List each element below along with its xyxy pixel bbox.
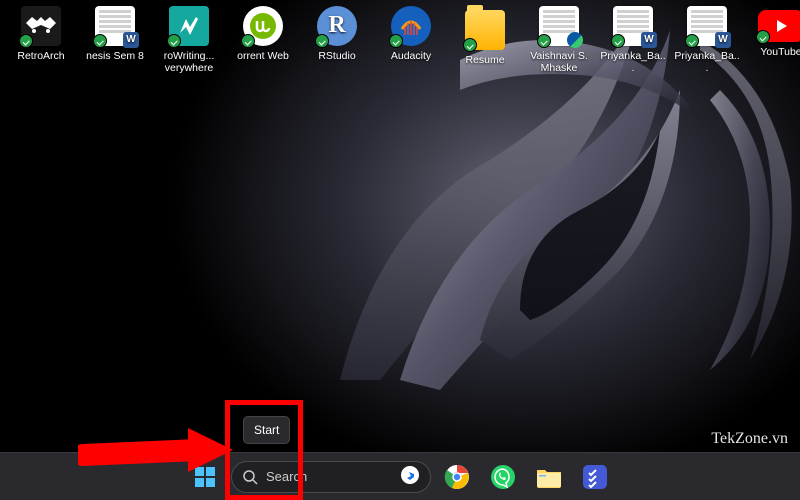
desktop-icon-retroarch[interactable]: RetroArch	[6, 6, 76, 92]
search-icon	[242, 469, 258, 485]
taskbar-app-todoist[interactable]	[575, 457, 615, 497]
desktop-icon-vaishnavi[interactable]: Vaishnavi S. Mhaske	[524, 6, 594, 92]
desktop-icon-prowriting[interactable]: roWriting... verywhere	[154, 6, 224, 92]
sync-badge-icon	[93, 34, 107, 48]
desktop-grid[interactable]: RetroArch W nesis Sem 8 roWriting... ver…	[0, 0, 800, 92]
icon-label: YouTube	[760, 46, 800, 58]
watermark-text: TekZone.vn	[711, 430, 788, 448]
desktop-icon-torrent[interactable]: orrent Web	[228, 6, 298, 92]
sync-badge-icon	[537, 34, 551, 48]
icon-label: Vaishnavi S. Mhaske	[530, 50, 588, 74]
desktop-icon-resume[interactable]: Resume	[450, 6, 520, 92]
word-overlay-icon: W	[715, 32, 731, 48]
desktop-icon-thesis[interactable]: W nesis Sem 8	[80, 6, 150, 92]
windows-logo-icon	[193, 465, 217, 489]
taskbar-app-chrome[interactable]	[437, 457, 477, 497]
icon-label: RetroArch	[17, 50, 64, 62]
sync-badge-icon	[19, 34, 33, 48]
sync-badge-icon	[685, 34, 699, 48]
icon-label: Audacity	[391, 50, 431, 62]
sync-badge-icon	[389, 34, 403, 48]
sync-badge-icon	[315, 34, 329, 48]
taskbar-app-whatsapp[interactable]	[483, 457, 523, 497]
icon-label: RStudio	[318, 50, 355, 62]
sync-badge-icon	[611, 34, 625, 48]
word-overlay-icon: W	[641, 32, 657, 48]
bing-icon[interactable]	[400, 465, 420, 488]
desktop-icon-priyanka-1[interactable]: W Priyanka_Ba...	[598, 6, 668, 92]
search-placeholder: Search	[266, 469, 307, 484]
start-button[interactable]	[185, 457, 225, 497]
desktop-icon-priyanka-2[interactable]: W Priyanka_Ba...	[672, 6, 742, 92]
icon-label: Priyanka_Ba...	[673, 50, 741, 74]
taskbar-app-explorer[interactable]	[529, 457, 569, 497]
icon-label: Priyanka_Ba...	[599, 50, 667, 74]
desktop-icon-youtube[interactable]: YouTube	[746, 6, 800, 92]
desktop-icon-audacity[interactable]: Audacity	[376, 6, 446, 92]
sync-badge-icon	[167, 34, 181, 48]
icon-label: orrent Web	[237, 50, 289, 62]
sync-badge-icon	[241, 34, 255, 48]
edge-overlay-icon	[567, 32, 583, 48]
folder-icon	[465, 10, 505, 50]
start-tooltip: Start	[243, 416, 290, 444]
icon-label: roWriting... verywhere	[164, 50, 215, 74]
desktop-icon-rstudio[interactable]: R RStudio	[302, 6, 372, 92]
icon-label: nesis Sem 8	[86, 50, 144, 62]
sync-badge-icon	[463, 38, 477, 52]
icon-label: Resume	[465, 54, 504, 66]
word-overlay-icon: W	[123, 32, 139, 48]
sync-badge-icon	[756, 30, 770, 44]
taskbar: Search	[0, 452, 800, 500]
taskbar-search[interactable]: Search	[231, 461, 431, 493]
